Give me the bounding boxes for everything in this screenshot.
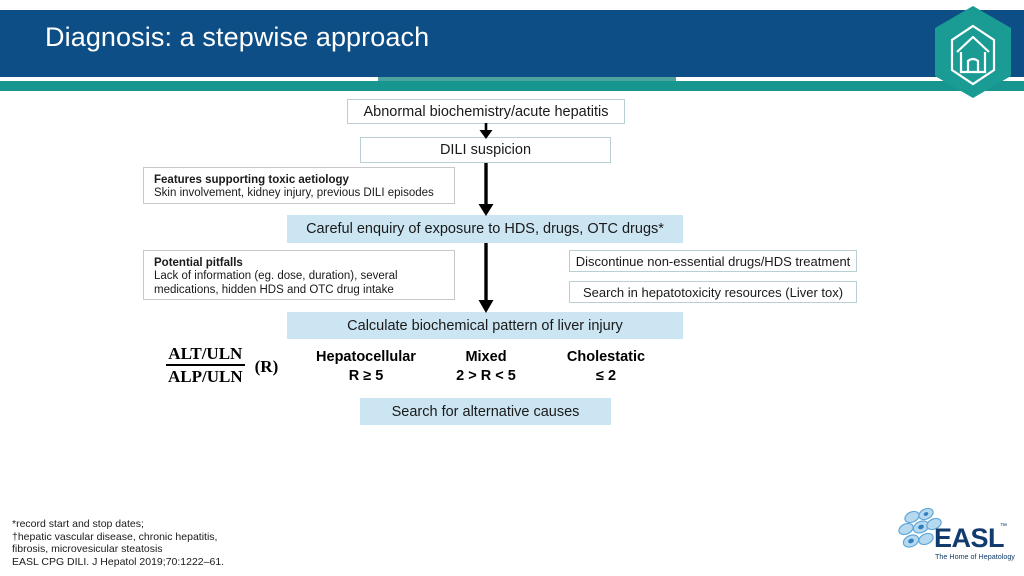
footnote-line-2: †hepatic vascular disease, chronic hepat… <box>12 530 218 543</box>
pattern-cholestatic-rule: ≤ 2 <box>595 368 617 384</box>
r-ratio-denominator: ALP/ULN <box>166 364 245 386</box>
footnote-citation: EASL CPG DILI. J Hepatol 2019;70:1222–61… <box>12 555 225 568</box>
r-ratio-formula: ALT/ULN ALP/ULN (R) <box>166 344 278 386</box>
arrow-dili-to-enquiry <box>478 163 494 216</box>
page-title: Diagnosis: a stepwise approach <box>45 22 430 52</box>
action-box-discontinue-drugs-label: Discontinue non-essential drugs/HDS trea… <box>575 253 851 269</box>
note-features-title: Features supporting toxic aetiology <box>154 174 349 186</box>
flow-box-careful-enquiry-label: Careful enquiry of exposure to HDS, drug… <box>306 221 664 237</box>
action-box-discontinue-drugs: Discontinue non-essential drugs/HDS trea… <box>569 250 857 272</box>
flow-box-calculate-biochemical-pattern: Calculate biochemical pattern of liver i… <box>287 312 683 339</box>
flow-box-careful-enquiry: Careful enquiry of exposure to HDS, drug… <box>287 215 683 243</box>
pattern-mixed-name: Mixed <box>465 349 507 365</box>
r-ratio-fraction: ALT/ULN ALP/ULN <box>166 344 245 386</box>
footnote-line-3: fibrosis, microvesicular steatosis <box>12 543 163 556</box>
flow-box-search-alternative-causes-label: Search for alternative causes <box>391 403 580 420</box>
easl-wordmark: EASL <box>934 523 1005 553</box>
arrow-enquiry-to-calculate <box>478 243 494 313</box>
flow-box-dili-suspicion-label: DILI suspicion <box>439 142 532 158</box>
pattern-mixed-rule: 2 > R < 5 <box>456 368 516 384</box>
easl-trademark-symbol: ™ <box>1000 523 1007 530</box>
action-box-search-hepatotoxicity-resources: Search in hepatotoxicity resources (Live… <box>569 281 857 303</box>
pattern-hepatocellular-name: Hepatocellular <box>316 349 416 365</box>
note-pitfalls-title: Potential pitfalls <box>154 257 243 269</box>
easl-logo: EASL ™ The Home of Hepatology <box>896 505 1016 569</box>
footnotes: *record start and stop dates; †hepatic v… <box>12 518 224 568</box>
r-ratio-numerator: ALT/ULN <box>168 344 243 363</box>
note-box-potential-pitfalls: Potential pitfalls Lack of information (… <box>143 250 455 300</box>
flow-box-calculate-biochemical-pattern-label: Calculate biochemical pattern of liver i… <box>347 317 623 334</box>
note-features-body: Skin involvement, kidney injury, previou… <box>154 187 434 199</box>
r-ratio-label: (R) <box>254 356 279 376</box>
easl-hexagon-house-logo <box>935 6 1011 98</box>
pattern-cholestatic-name: Cholestatic <box>566 349 646 365</box>
note-pitfalls-body: Lack of information (eg. dose, duration)… <box>154 270 398 296</box>
flow-box-search-alternative-causes: Search for alternative causes <box>360 398 611 425</box>
pattern-column-cholestatic: Cholestatic ≤ 2 <box>545 348 667 386</box>
pattern-column-mixed: Mixed 2 > R < 5 <box>437 348 535 386</box>
flow-box-abnormal-biochemistry: Abnormal biochemistry/acute hepatitis <box>347 99 625 124</box>
footnote-line-1: *record start and stop dates; <box>12 518 144 530</box>
title-bar-teal-band <box>0 81 1024 91</box>
flow-box-dili-suspicion: DILI suspicion <box>360 137 611 163</box>
action-box-search-hepatotoxicity-resources-label: Search in hepatotoxicity resources (Live… <box>582 284 844 300</box>
pattern-column-hepatocellular: Hepatocellular R ≥ 5 <box>295 348 437 386</box>
note-box-features-supporting-toxic-aetiology: Features supporting toxic aetiology Skin… <box>143 167 455 204</box>
flow-box-abnormal-biochemistry-label: Abnormal biochemistry/acute hepatitis <box>363 103 609 120</box>
arrow-abnormal-to-dili <box>479 123 493 139</box>
pattern-hepatocellular-rule: R ≥ 5 <box>348 368 384 384</box>
easl-tagline: The Home of Hepatology <box>935 552 1015 561</box>
